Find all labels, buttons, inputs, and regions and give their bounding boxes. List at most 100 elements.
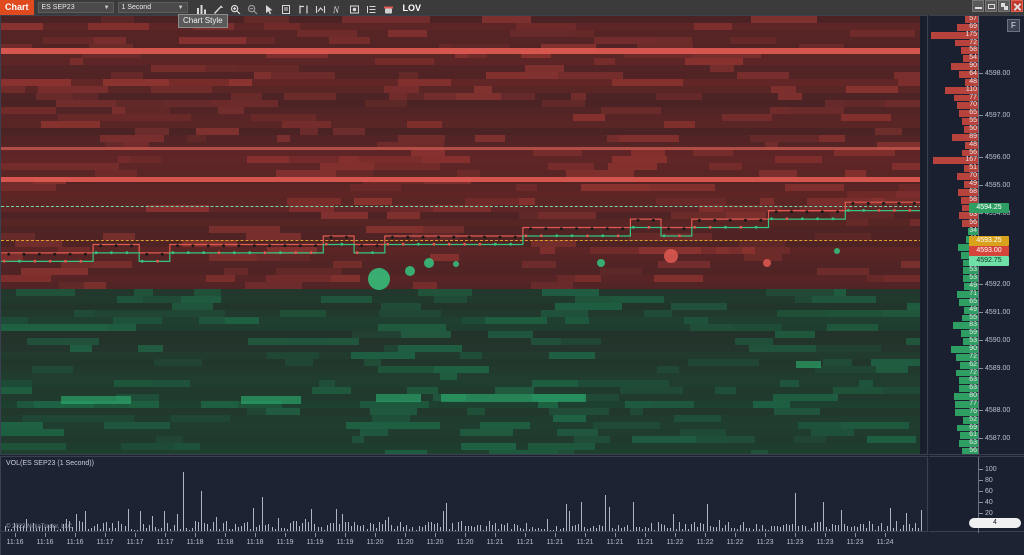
bid-price-badge[interactable]: 4592.75 xyxy=(969,256,1009,266)
zoom-out-icon[interactable] xyxy=(247,2,258,15)
chart-style-icon[interactable] xyxy=(196,2,207,14)
volume-tick-label: 80 xyxy=(985,477,993,484)
data-box-icon[interactable] xyxy=(281,2,292,14)
minimize-button[interactable] xyxy=(972,0,984,12)
volume-profile-value: 63 xyxy=(969,384,977,392)
volume-bar xyxy=(345,521,346,531)
volume-bar xyxy=(360,526,362,531)
volume-bar xyxy=(247,521,248,531)
volume-bar xyxy=(571,526,573,531)
volume-profile-value: 89 xyxy=(969,132,977,140)
restore-button[interactable] xyxy=(998,0,1010,12)
vwap-price-badge[interactable]: 4593.25 xyxy=(969,236,1009,246)
time-tick-label: 11:20 xyxy=(366,539,384,546)
volume-profile-value: 56 xyxy=(969,219,977,227)
volume-bar xyxy=(614,528,616,531)
volume-bar xyxy=(145,527,147,531)
price-tick xyxy=(979,213,983,214)
chart-tab[interactable]: Chart xyxy=(0,0,34,15)
price-chart-panel[interactable] xyxy=(0,15,928,455)
volume-bar xyxy=(139,510,141,531)
volume-bar xyxy=(795,492,797,531)
svg-text:N: N xyxy=(332,5,340,15)
volume-bar xyxy=(121,523,123,531)
volume-bar xyxy=(164,511,166,531)
zoom-in-icon[interactable] xyxy=(230,2,241,15)
price-tick-label: 4592.00 xyxy=(985,281,1011,288)
volume-profile-value: 49 xyxy=(969,282,977,290)
volume-bar xyxy=(657,521,659,531)
time-tick-label: 11:22 xyxy=(666,539,684,546)
volume-bar xyxy=(789,525,791,531)
volume-bar xyxy=(87,529,89,531)
volume-bar xyxy=(914,522,916,531)
volume-profile-value: 76 xyxy=(969,407,977,415)
last-price-badge[interactable]: 4593.00 xyxy=(969,246,1009,256)
time-tick-label: 11:21 xyxy=(486,539,504,546)
volume-bar xyxy=(920,509,922,531)
time-tick xyxy=(795,533,796,537)
time-tick xyxy=(615,533,616,537)
volume-bar xyxy=(225,521,227,531)
close-button[interactable] xyxy=(1011,0,1023,12)
volume-bar xyxy=(231,529,233,531)
volume-bar xyxy=(100,528,101,531)
properties-icon[interactable] xyxy=(366,2,377,13)
volume-bar xyxy=(461,521,463,531)
volume-profile-value: 77 xyxy=(969,93,977,101)
ask-price-badge[interactable]: 4594.25 xyxy=(969,203,1009,213)
interval-select[interactable]: 1 Second ▼ xyxy=(117,2,188,13)
price-tick-label: 4591.00 xyxy=(985,309,1011,316)
time-tick xyxy=(75,533,76,537)
price-axis-volume-profile[interactable]: 57 69 175 72 58 54 90 64 48 110 77 70 65… xyxy=(929,15,1024,455)
snapshot-icon[interactable] xyxy=(349,2,360,14)
maximize-button[interactable] xyxy=(985,0,997,12)
volume-bar xyxy=(170,529,172,531)
volume-bar xyxy=(850,526,852,531)
volume-bar xyxy=(884,529,886,531)
price-tick xyxy=(979,284,983,285)
cursor-icon[interactable] xyxy=(264,2,275,15)
volume-bar xyxy=(577,524,579,531)
volume-tick-label: 60 xyxy=(985,488,993,495)
lov-label: LOV xyxy=(402,2,422,13)
time-tick xyxy=(225,533,226,537)
volume-bar xyxy=(495,523,497,531)
time-axis[interactable]: 11:16 11:16 11:16 11:17 11:17 11:17 11:1… xyxy=(0,533,928,555)
volume-profile-value: 69 xyxy=(969,22,977,30)
volume-profile-value: 51 xyxy=(969,164,977,172)
volume-bar xyxy=(424,524,426,531)
volume-bar xyxy=(648,527,650,531)
volume-bar xyxy=(715,526,717,531)
volume-bar xyxy=(332,522,334,531)
volume-bar xyxy=(712,527,714,531)
volume-bar xyxy=(893,527,895,531)
volume-bar xyxy=(326,524,328,531)
period-icon[interactable] xyxy=(298,2,309,14)
time-tick xyxy=(255,533,256,537)
volume-bar xyxy=(109,527,111,531)
f-button[interactable]: F xyxy=(1007,19,1020,32)
indicator-icon[interactable]: N xyxy=(332,2,343,15)
volume-bar xyxy=(832,524,834,531)
volume-indicator-panel[interactable]: VOL(ES SEP23 (1 Second)) © 2023 NinjaTra… xyxy=(0,456,928,532)
price-tick-label: 4596.00 xyxy=(985,154,1011,161)
chevron-down-icon: ▼ xyxy=(103,4,110,11)
compare-icon[interactable] xyxy=(315,2,326,13)
instrument-select[interactable]: ES SEP23 ▼ xyxy=(37,2,114,13)
volume-bar xyxy=(835,524,837,531)
drawing-tools-icon[interactable] xyxy=(213,2,224,14)
volume-profile-value: 64 xyxy=(969,70,977,77)
volume-bar xyxy=(381,523,383,531)
volume-bar xyxy=(764,528,766,531)
volume-bar xyxy=(311,508,313,531)
time-tick xyxy=(555,533,556,537)
volume-bar xyxy=(299,526,301,531)
volume-bar xyxy=(813,522,815,531)
lov-icon[interactable] xyxy=(383,2,394,14)
volume-bar xyxy=(329,522,331,531)
volume-bar xyxy=(777,526,778,531)
volume-profile-value: 53 xyxy=(969,266,977,274)
volume-bar xyxy=(611,528,613,531)
volume-bar xyxy=(222,523,224,531)
